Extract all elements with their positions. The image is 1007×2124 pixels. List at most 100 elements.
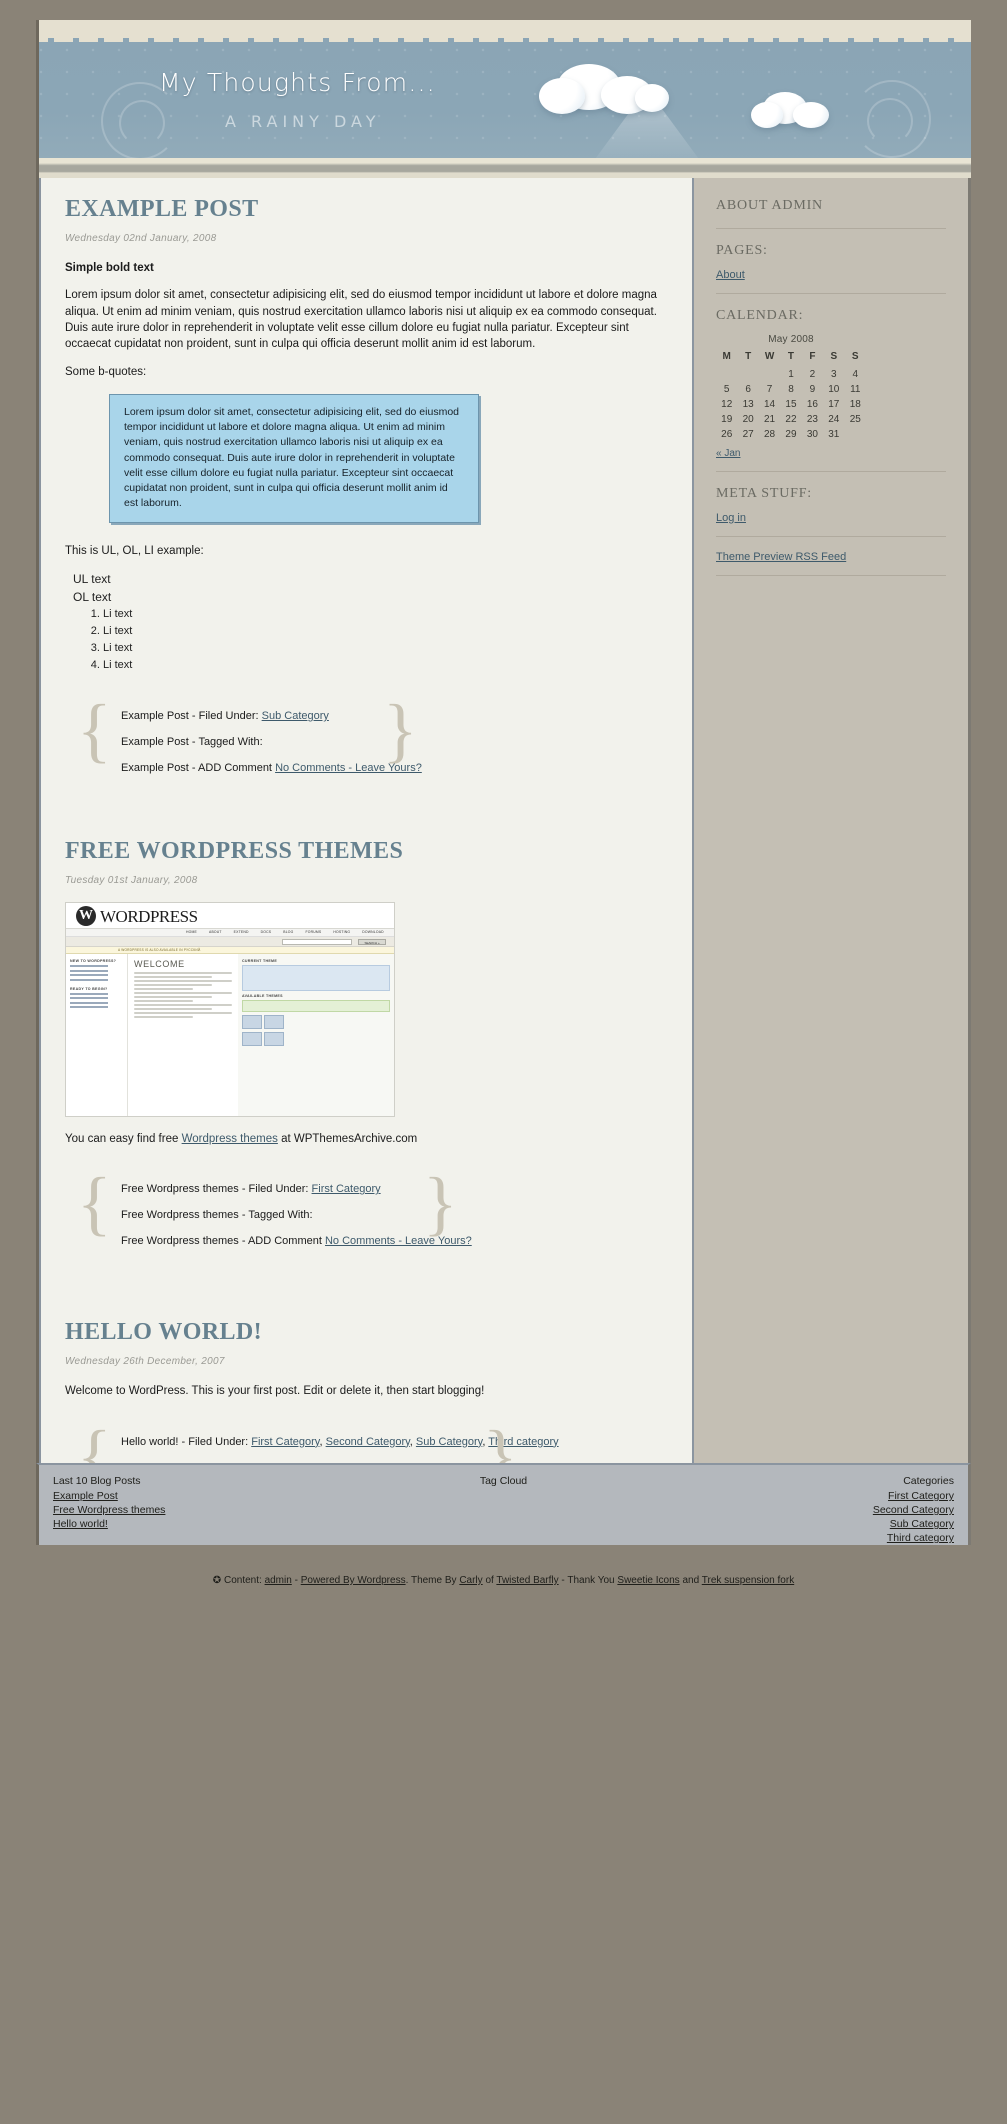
sidebar-rss-section: Theme Preview RSS Feed bbox=[716, 551, 946, 563]
meta-filed-label: Free Wordpress themes - Filed Under: bbox=[121, 1183, 309, 1196]
post-example-post: Example Post Wednesday 02nd January, 200… bbox=[65, 196, 668, 784]
calendar-weekday: M bbox=[722, 351, 731, 362]
calendar-day: 28 bbox=[763, 429, 776, 440]
post-date: Wednesday 26th December, 2007 bbox=[65, 1356, 225, 1368]
calendar-day: 11 bbox=[850, 384, 861, 395]
caption-link[interactable]: Wordpress themes bbox=[182, 1133, 278, 1145]
site-title: My Thoughts From... bbox=[159, 68, 436, 97]
post-meta-box: { } Free Wordpress themes - Filed Under:… bbox=[77, 1167, 472, 1257]
wp-shot-search-button: SEARCH » bbox=[358, 939, 386, 946]
meta-tagged-with: Free Wordpress themes - Tagged With: bbox=[121, 1209, 313, 1222]
wp-shot-left-links-2 bbox=[70, 992, 123, 1009]
meta-filed-link[interactable]: Sub Category bbox=[262, 710, 329, 722]
meta-filed-link[interactable]: Second Category bbox=[326, 1436, 410, 1448]
credit-bar: ✪ Content: admin - Powered By Wordpress.… bbox=[0, 1575, 1007, 1586]
calendar-day: 15 bbox=[785, 399, 797, 410]
wp-shot-wordmark: WORDPRESS bbox=[100, 907, 198, 927]
wp-shot-left-heading-2: READY TO BEGIN? bbox=[70, 986, 108, 991]
calendar-day: 27 bbox=[742, 429, 754, 440]
credit-t3: . Theme By bbox=[405, 1575, 457, 1586]
calendar-caption: May 2008 bbox=[768, 334, 814, 345]
list-intro: This is UL, OL, LI example: bbox=[65, 544, 204, 557]
post-paragraph-1: Welcome to WordPress. This is your first… bbox=[65, 1385, 485, 1398]
wp-shot-nav: HOME ABOUT EXTEND DOCS BLOG FORUMS HOSTING DOWN… bbox=[66, 929, 394, 938]
widget-footer-left-links: Example Post Free Wordpress themes Hello w… bbox=[53, 1490, 353, 1530]
credit-link-carly[interactable]: Carly bbox=[459, 1575, 482, 1586]
sidebar-heading-calendar: Calendar: bbox=[716, 308, 804, 323]
calendar-day: 23 bbox=[806, 414, 818, 425]
sidebar-page-link-about[interactable]: About bbox=[716, 269, 946, 281]
site-header-banner: My Thoughts From... A RAINY DAY bbox=[36, 20, 971, 168]
calendar-day: 9 bbox=[809, 384, 816, 395]
calendar-day-empty bbox=[716, 367, 737, 382]
wp-shot-thumbnails-2 bbox=[242, 1032, 390, 1047]
credit-link-trek-fork[interactable]: Trek suspension fork bbox=[702, 1575, 794, 1586]
calendar-day: 1 bbox=[788, 369, 794, 380]
widget-footer-category-link[interactable]: Sub Category bbox=[654, 1518, 954, 1530]
credit-t2: - bbox=[294, 1575, 298, 1586]
sidebar-meta-link-login[interactable]: Log in bbox=[716, 512, 946, 524]
wp-shot-nav-item: DOWNLOAD bbox=[362, 930, 384, 935]
post-title: Free Wordpress Themes bbox=[65, 838, 404, 865]
credit-link-sweetie-icons[interactable]: Sweetie Icons bbox=[617, 1575, 679, 1586]
credit-link-admin[interactable]: admin bbox=[265, 1575, 292, 1586]
wp-shot-main: WELCOME bbox=[128, 954, 238, 1117]
widget-footer-post-link[interactable]: Example Post bbox=[53, 1490, 353, 1502]
wp-shot-body: NEW TO WORDPRESS? READY TO BEGIN? WELCOM… bbox=[66, 954, 394, 1117]
sidebar-rss-feed-link[interactable]: Theme Preview RSS Feed bbox=[716, 551, 946, 563]
wp-shot-nav-item: FORUMS bbox=[305, 930, 322, 935]
calendar-day: 10 bbox=[828, 384, 840, 395]
calendar-prev-link[interactable]: « Jan bbox=[716, 448, 946, 459]
meta-filed-link[interactable]: Sub Category bbox=[416, 1436, 482, 1448]
credit-text: ✪ Content: admin - Powered By Wordpress.… bbox=[213, 1575, 794, 1586]
widget-footer-right-links: First Category Second Category Sub Categor… bbox=[654, 1490, 954, 1544]
sidebar-divider bbox=[716, 228, 946, 229]
wp-shot-nav-item: HOSTING bbox=[333, 930, 351, 935]
scallop-edge-decoration bbox=[39, 38, 971, 48]
wp-shot-nav-item: ABOUT bbox=[208, 930, 222, 935]
header-ribbon-divider bbox=[36, 158, 971, 178]
calendar-weekday-row: MTWTFSS bbox=[716, 349, 866, 367]
meta-filed-link[interactable]: First Category bbox=[251, 1436, 319, 1448]
widget-footer-category-link[interactable]: First Category bbox=[654, 1490, 954, 1502]
post-paragraph-2: Some b-quotes: bbox=[65, 365, 147, 378]
post-meta-box: { } Example Post - Filed Under: Sub Cate… bbox=[77, 694, 422, 784]
brace-right-icon: } bbox=[423, 1163, 458, 1244]
wp-shot-notice: A WORDPRESS IS ALSO AVAILABLE IN РУССКИЙ… bbox=[66, 947, 394, 955]
meta-filed-label: Hello world! - Filed Under: bbox=[121, 1435, 249, 1448]
widget-footer-right: Categories First Category Second Category… bbox=[654, 1475, 954, 1544]
brace-left-icon: { bbox=[77, 1163, 112, 1244]
post-caption: You can easy find free Wordpress themes … bbox=[65, 1131, 668, 1147]
credit-link-twisted-barfly[interactable]: Twisted Barfly bbox=[496, 1575, 558, 1586]
wp-shot-nav-item: BLOG bbox=[283, 930, 294, 935]
widget-footer-category-link[interactable]: Third category bbox=[654, 1532, 954, 1544]
calendar-widget[interactable]: May 2008 MTWTFSS 1 2 3 4 5 6 7 8 9 10 11 12 13 14 15 16… bbox=[716, 334, 866, 442]
calendar-day: 31 bbox=[828, 429, 840, 440]
meta-filed-link[interactable]: First Category bbox=[312, 1183, 381, 1195]
calendar-day: 8 bbox=[788, 384, 794, 395]
widget-footer-post-link[interactable]: Hello world! bbox=[53, 1518, 353, 1530]
sidebar-divider bbox=[716, 536, 946, 537]
calendar-day: 30 bbox=[806, 429, 818, 440]
swirl-decoration-right bbox=[853, 80, 931, 158]
calendar-day: 3 bbox=[831, 369, 837, 380]
sidebar-divider bbox=[716, 471, 946, 472]
credit-link-powered-by[interactable]: Powered By Wordpress bbox=[301, 1575, 406, 1586]
calendar-week-row: 26 27 28 29 30 31 bbox=[716, 427, 866, 442]
wordpress-logo-icon: W bbox=[76, 906, 96, 927]
widget-footer-post-link[interactable]: Free Wordpress themes bbox=[53, 1504, 353, 1516]
widget-footer-category-link[interactable]: Second Category bbox=[654, 1504, 954, 1516]
brace-right-icon: } bbox=[383, 690, 418, 771]
post-caption-line: You can easy find free Wordpress themes … bbox=[65, 1131, 668, 1147]
list-block: UL text OL text Li textLi textLi textLi … bbox=[65, 570, 668, 674]
wordpress-screenshot-image: W WORDPRESS HOME ABOUT EXTEND DOCS BLOG FORUM… bbox=[65, 902, 395, 1118]
calendar-day-empty bbox=[759, 367, 780, 382]
widget-footer-center: Tag Cloud bbox=[353, 1475, 653, 1535]
calendar-day: 6 bbox=[745, 384, 751, 395]
credit-t6: and bbox=[682, 1575, 700, 1586]
unordered-list: UL text OL text Li textLi textLi textLi … bbox=[73, 570, 668, 674]
credit-t1: Content: bbox=[223, 1575, 262, 1586]
sidebar-pages-section: Pages: About bbox=[716, 243, 946, 281]
wp-shot-theme-preview bbox=[242, 965, 390, 992]
calendar-week-row: 5 6 7 8 9 10 11 bbox=[716, 382, 866, 397]
